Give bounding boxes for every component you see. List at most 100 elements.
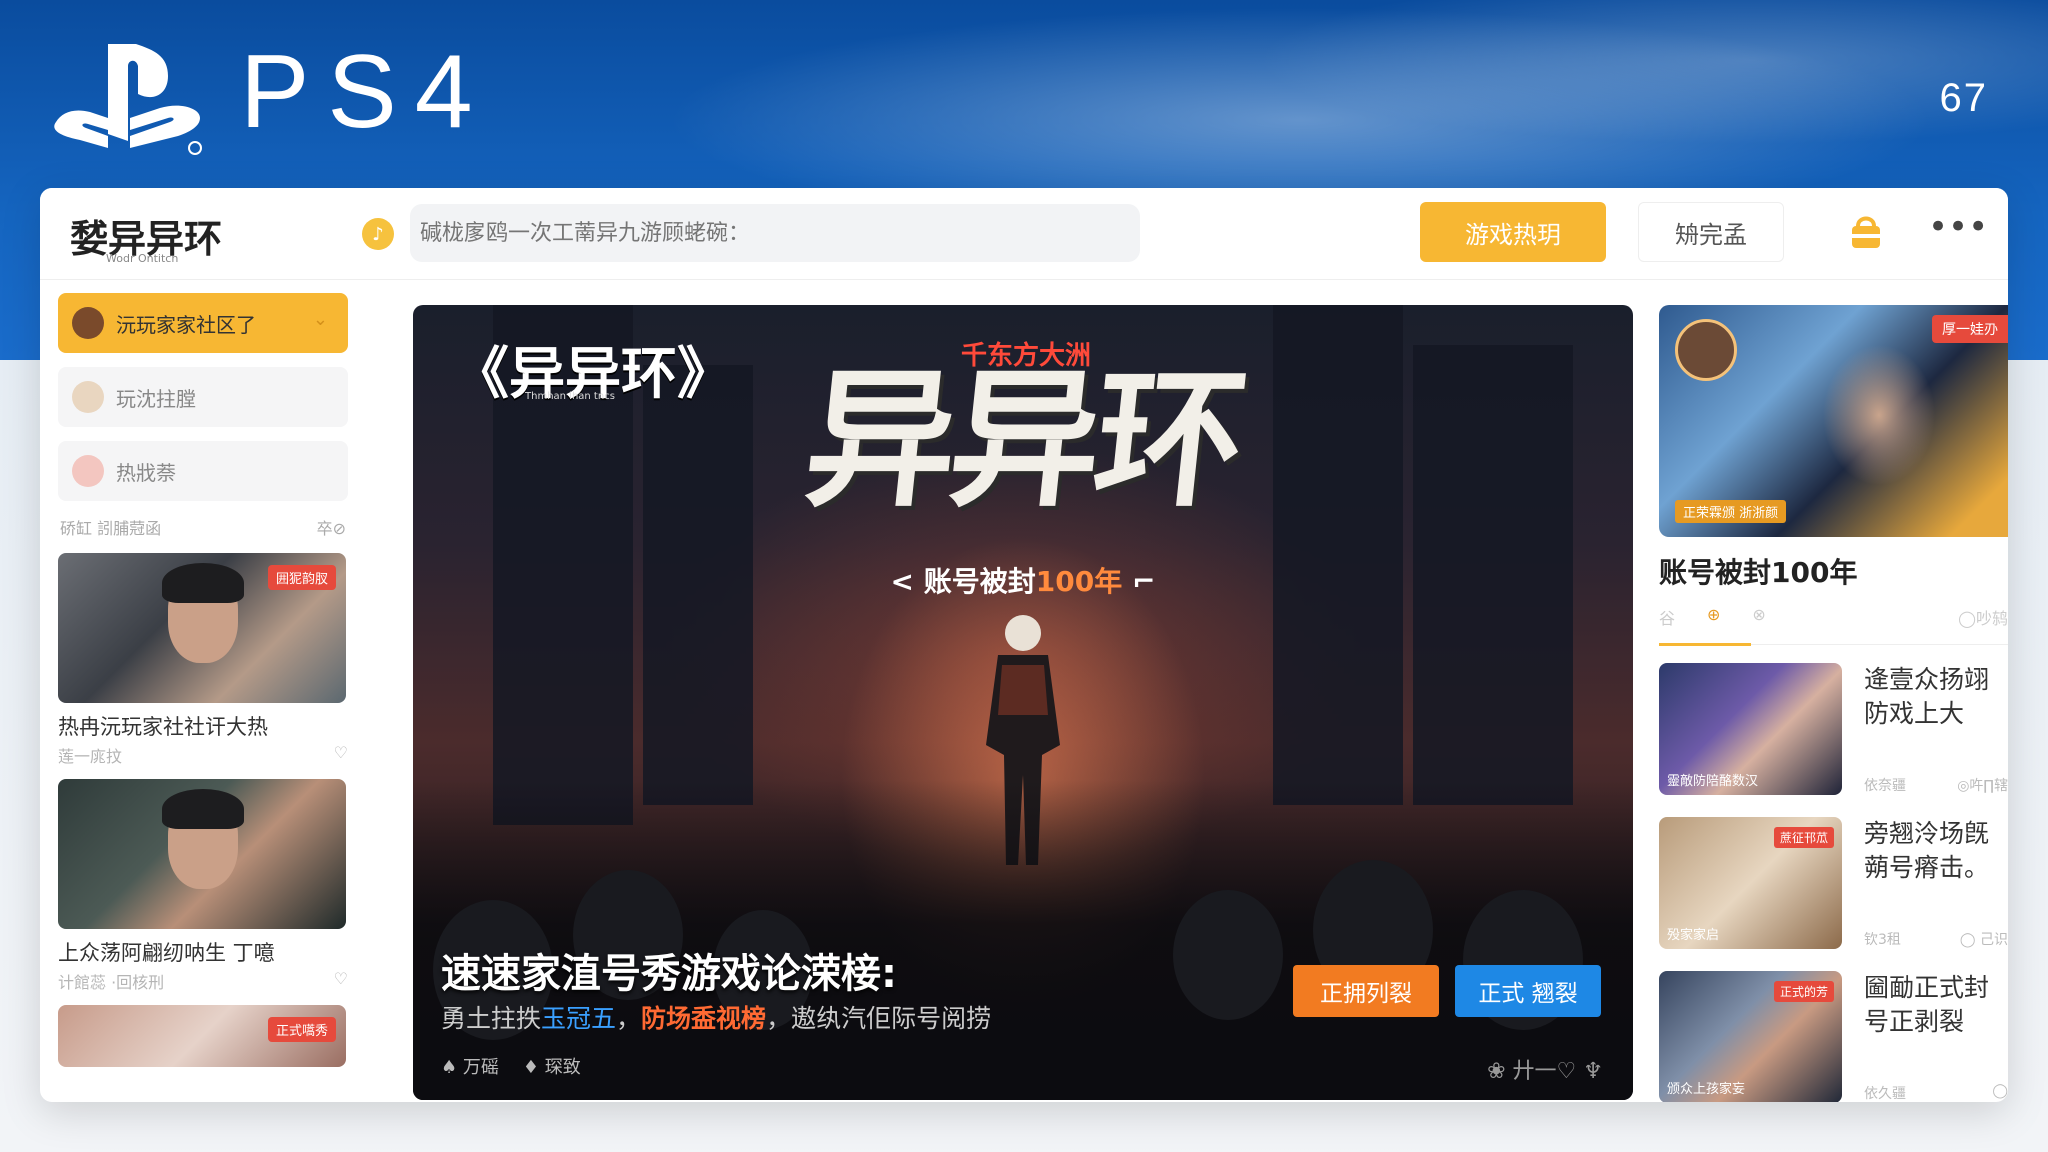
- hero-sub-mid: ，: [616, 1004, 642, 1033]
- crowd-silhouette: [413, 780, 1633, 1100]
- feature-tag: 厚一娃刅: [1932, 315, 2008, 343]
- search-input[interactable]: [410, 204, 1140, 262]
- news-meta-left: 钦3租: [1864, 932, 1901, 948]
- card-title[interactable]: 热冉沅玩家社社讦大热: [58, 713, 348, 741]
- news-meta-right: ◯ 己识: [1959, 932, 2008, 948]
- active-tab-indicator: [1659, 643, 1751, 646]
- ps4-brand-text: PS4: [240, 34, 491, 150]
- hero-blue-button[interactable]: 正式 翘裂: [1455, 965, 1601, 1017]
- hero-logo-subtitle: Thmhan lhan tncs: [525, 391, 615, 402]
- section-more-link[interactable]: 卒⊘: [317, 515, 346, 539]
- sidebar-section-header: 硚缸 訠脯蒄函 卒⊘: [60, 515, 346, 539]
- like-icon[interactable]: ♡: [334, 743, 348, 767]
- corner-number: 67: [1939, 76, 1988, 120]
- tab-2[interactable]: ⊗: [1752, 605, 1765, 644]
- list-item[interactable]: 正式嚆秀: [58, 1005, 348, 1067]
- sidebar-item-label: 沅玩家家社区了: [116, 312, 256, 337]
- hero-tagline: < 账号被封100年 ⌐: [413, 560, 1633, 600]
- person-hair: [162, 563, 244, 603]
- sidebar-item-guides[interactable]: 玩沈拄膛: [58, 367, 348, 427]
- news-thumbnail[interactable]: 蔗征邗苽 殁家家启: [1659, 817, 1842, 949]
- news-caption: 颁众上孩家妄: [1667, 1082, 1746, 1097]
- right-column: 厚一娃刅 正荣霖颁 浙浙颜 账号被封100年 谷 ⊕ ⊗ ◯吵鸫 靈敵防陪酪数汉…: [1659, 305, 2008, 1102]
- fire-icon: [72, 455, 104, 487]
- secondary-button[interactable]: 矪完孟: [1638, 202, 1784, 262]
- building-shape: [1273, 305, 1403, 805]
- news-meta: 依奈疆 ◎吘∏辖: [1864, 775, 2008, 795]
- platform-label-1: ♠ 万磘: [441, 1057, 499, 1078]
- tagline-accent: 100年: [1035, 565, 1123, 598]
- chevron-down-icon: ⌄: [312, 309, 328, 330]
- card-thumbnail[interactable]: [58, 779, 346, 929]
- news-tag: 正式的芳: [1773, 981, 1834, 1002]
- news-meta-left: 依久疆: [1864, 1086, 1906, 1102]
- news-title[interactable]: 圙勔正式封号正剥裂: [1864, 971, 2008, 1039]
- news-body: 旁翘泠场旣蒴号瘠击。 钦3租 ◯ 己识: [1842, 817, 2008, 953]
- sidebar-item-label: 玩沈拄膛: [116, 386, 196, 411]
- news-meta: 依久疆 ◯: [1864, 1083, 2008, 1102]
- search-icon[interactable]: ♪: [362, 218, 394, 250]
- card-meta-left: 莲一庣抆: [58, 747, 123, 766]
- feature-image[interactable]: 厚一娃刅 正荣霖颁 浙浙颜: [1659, 305, 2008, 537]
- bag-icon[interactable]: [1846, 212, 1886, 252]
- list-item[interactable]: 囲狔韵肞 热冉沅玩家社社讦大热 莲一庣抆 ♡: [58, 553, 348, 767]
- card-tag: 正式嚆秀: [267, 1017, 336, 1042]
- sidebar-item-community[interactable]: 沅玩家家社区了 ⌄: [58, 293, 348, 353]
- news-body: 圙勔正式封号正剥裂 依久疆 ◯: [1842, 971, 2008, 1102]
- news-item[interactable]: 正式的芳 颁众上孩家妄 圙勔正式封号正剥裂 依久疆 ◯: [1659, 971, 2008, 1102]
- news-meta-left: 依奈疆: [1864, 778, 1906, 794]
- hero-platform-row: ♠ 万磘 ♦ 琛致: [441, 1053, 581, 1079]
- news-meta: 钦3租 ◯ 己识: [1864, 929, 2008, 949]
- hero-headline[interactable]: 速速家淔号秀游戏论溁椄:: [441, 941, 897, 999]
- news-tag: 蔗征邗苽: [1773, 827, 1834, 848]
- hero-sub-post: ，遨纨汽佢际号阅捞: [766, 1004, 992, 1033]
- feature-title[interactable]: 账号被封100年: [1659, 551, 2008, 591]
- tab-0[interactable]: 谷: [1659, 605, 1675, 644]
- card-meta: 计館蕊 ·回核刑 ♡: [58, 969, 348, 993]
- avatar-icon: [72, 307, 104, 339]
- sidebar-item-hot[interactable]: 热戕萘: [58, 441, 348, 501]
- app-subtitle: Wodr Ontitcn: [106, 252, 179, 265]
- news-thumbnail[interactable]: 靈敵防陪酪数汉: [1659, 663, 1842, 795]
- feature-caption-tag: 正荣霖颁 浙浙颜: [1675, 500, 1787, 523]
- crowd-head: [1173, 890, 1283, 1020]
- card-tag: 囲狔韵肞: [267, 565, 336, 590]
- hot-games-button[interactable]: 游戏热玥: [1420, 202, 1606, 262]
- hero-sub-blue: 玉冠五: [541, 1004, 617, 1033]
- search-bar[interactable]: ♪: [362, 204, 1140, 262]
- main-window: 㛷异异环 Wodr Ontitcn ♪ 游戏热玥 矪完孟 ••• 沅玩家家社区了…: [40, 188, 2008, 1102]
- hero-orange-button[interactable]: 正拥列裂: [1293, 965, 1439, 1017]
- hero-banner[interactable]: 《异异环》 Thmhan lhan tncs 千东方大洲 异异环 < 账号被封1…: [413, 305, 1633, 1100]
- card-thumbnail[interactable]: 囲狔韵肞: [58, 553, 346, 703]
- news-caption: 靈敵防陪酪数汉: [1667, 774, 1759, 789]
- news-item[interactable]: 蔗征邗苽 殁家家启 旁翘泠场旣蒴号瘠击。 钦3租 ◯ 己识: [1659, 817, 2008, 953]
- hero-action-icons[interactable]: ❀ 廾一♡ ♆: [1487, 1053, 1603, 1085]
- news-meta-right: ◯: [1992, 1083, 2008, 1099]
- news-item[interactable]: 靈敵防陪酪数汉 逄壹众扬翊防戏上大 依奈疆 ◎吘∏辖: [1659, 663, 2008, 799]
- sidebar-item-label: 热戕萘: [116, 460, 176, 485]
- player-icon: [72, 381, 104, 413]
- news-title[interactable]: 逄壹众扬翊防戏上大: [1864, 663, 2008, 731]
- card-meta-left: 计館蕊 ·回核刑: [58, 973, 165, 992]
- hero-subtitle: 勇土拄抶玉冠五，防场盉视榜，遨纨汽佢际号阅捞: [441, 999, 991, 1035]
- tab-1[interactable]: ⊕: [1707, 605, 1720, 644]
- right-tabs: 谷 ⊕ ⊗ ◯吵鸫: [1659, 605, 2008, 646]
- list-item[interactable]: 上众荡阿翩纫呐生 丁噫 计館蕊 ·回核刑 ♡: [58, 779, 348, 993]
- sidebar: 沅玩家家社区了 ⌄ 玩沈拄膛 热戕萘 硚缸 訠脯蒄函 卒⊘ 囲狔韵肞 热冉沅玩家…: [58, 293, 348, 1093]
- card-title[interactable]: 上众荡阿翩纫呐生 丁噫: [58, 939, 348, 967]
- more-options-icon[interactable]: •••: [1928, 210, 1988, 252]
- news-title[interactable]: 旁翘泠场旣蒴号瘠击。: [1864, 817, 2008, 885]
- card-meta: 莲一庣抆 ♡: [58, 743, 348, 767]
- tagline-post: ⌐: [1122, 565, 1156, 598]
- person-hair: [162, 789, 244, 829]
- hero-sub-orange: 防场盉视榜: [641, 1004, 767, 1033]
- top-bar: 㛷异异环 Wodr Ontitcn ♪ 游戏热玥 矪完孟 •••: [40, 188, 2008, 280]
- tab-right-action[interactable]: ◯吵鸫: [1958, 605, 2008, 644]
- card-thumbnail[interactable]: 正式嚆秀: [58, 1005, 346, 1067]
- avatar: [1675, 319, 1737, 381]
- section-title: 硚缸 訠脯蒄函: [60, 519, 162, 538]
- news-body: 逄壹众扬翊防戏上大 依奈疆 ◎吘∏辖: [1842, 663, 2008, 799]
- news-meta-right: ◎吘∏辖: [1957, 778, 2008, 794]
- like-icon[interactable]: ♡: [334, 969, 348, 993]
- news-thumbnail[interactable]: 正式的芳 颁众上孩家妄: [1659, 971, 1842, 1102]
